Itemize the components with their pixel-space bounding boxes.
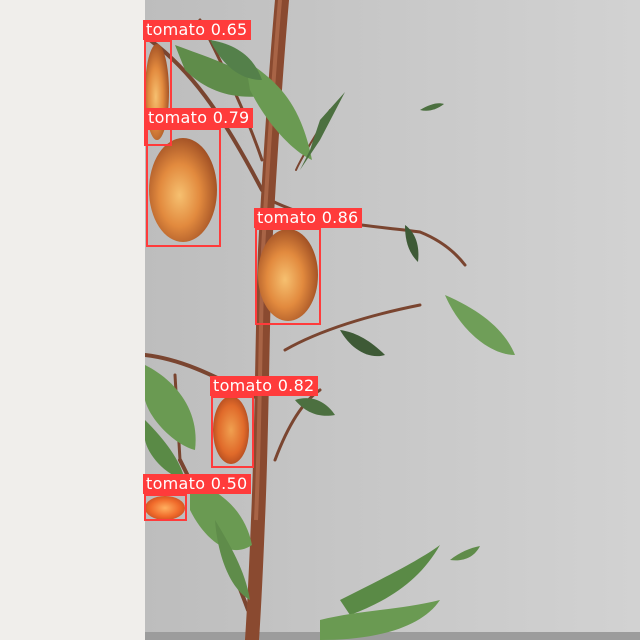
tomato-detection-label-5: tomato 0.50	[143, 474, 251, 494]
tomato-detection-box-5	[144, 494, 187, 521]
tomato-detection-box-3	[255, 228, 321, 325]
plant-photo	[145, 0, 640, 640]
tomato-detection-box-2	[146, 128, 221, 247]
floor-edge	[145, 632, 640, 640]
tomato-detection-label-4: tomato 0.82	[210, 376, 318, 396]
left-blank-margin	[0, 0, 145, 640]
tomato-detection-box-4	[211, 396, 254, 468]
tomato-detection-label-3: tomato 0.86	[254, 208, 362, 228]
tomato-detection-label-2: tomato 0.79	[145, 108, 253, 128]
tomato-detection-label-1: tomato 0.65	[143, 20, 251, 40]
detection-image: tomato 0.65 tomato 0.79 tomato 0.86 toma…	[0, 0, 640, 640]
